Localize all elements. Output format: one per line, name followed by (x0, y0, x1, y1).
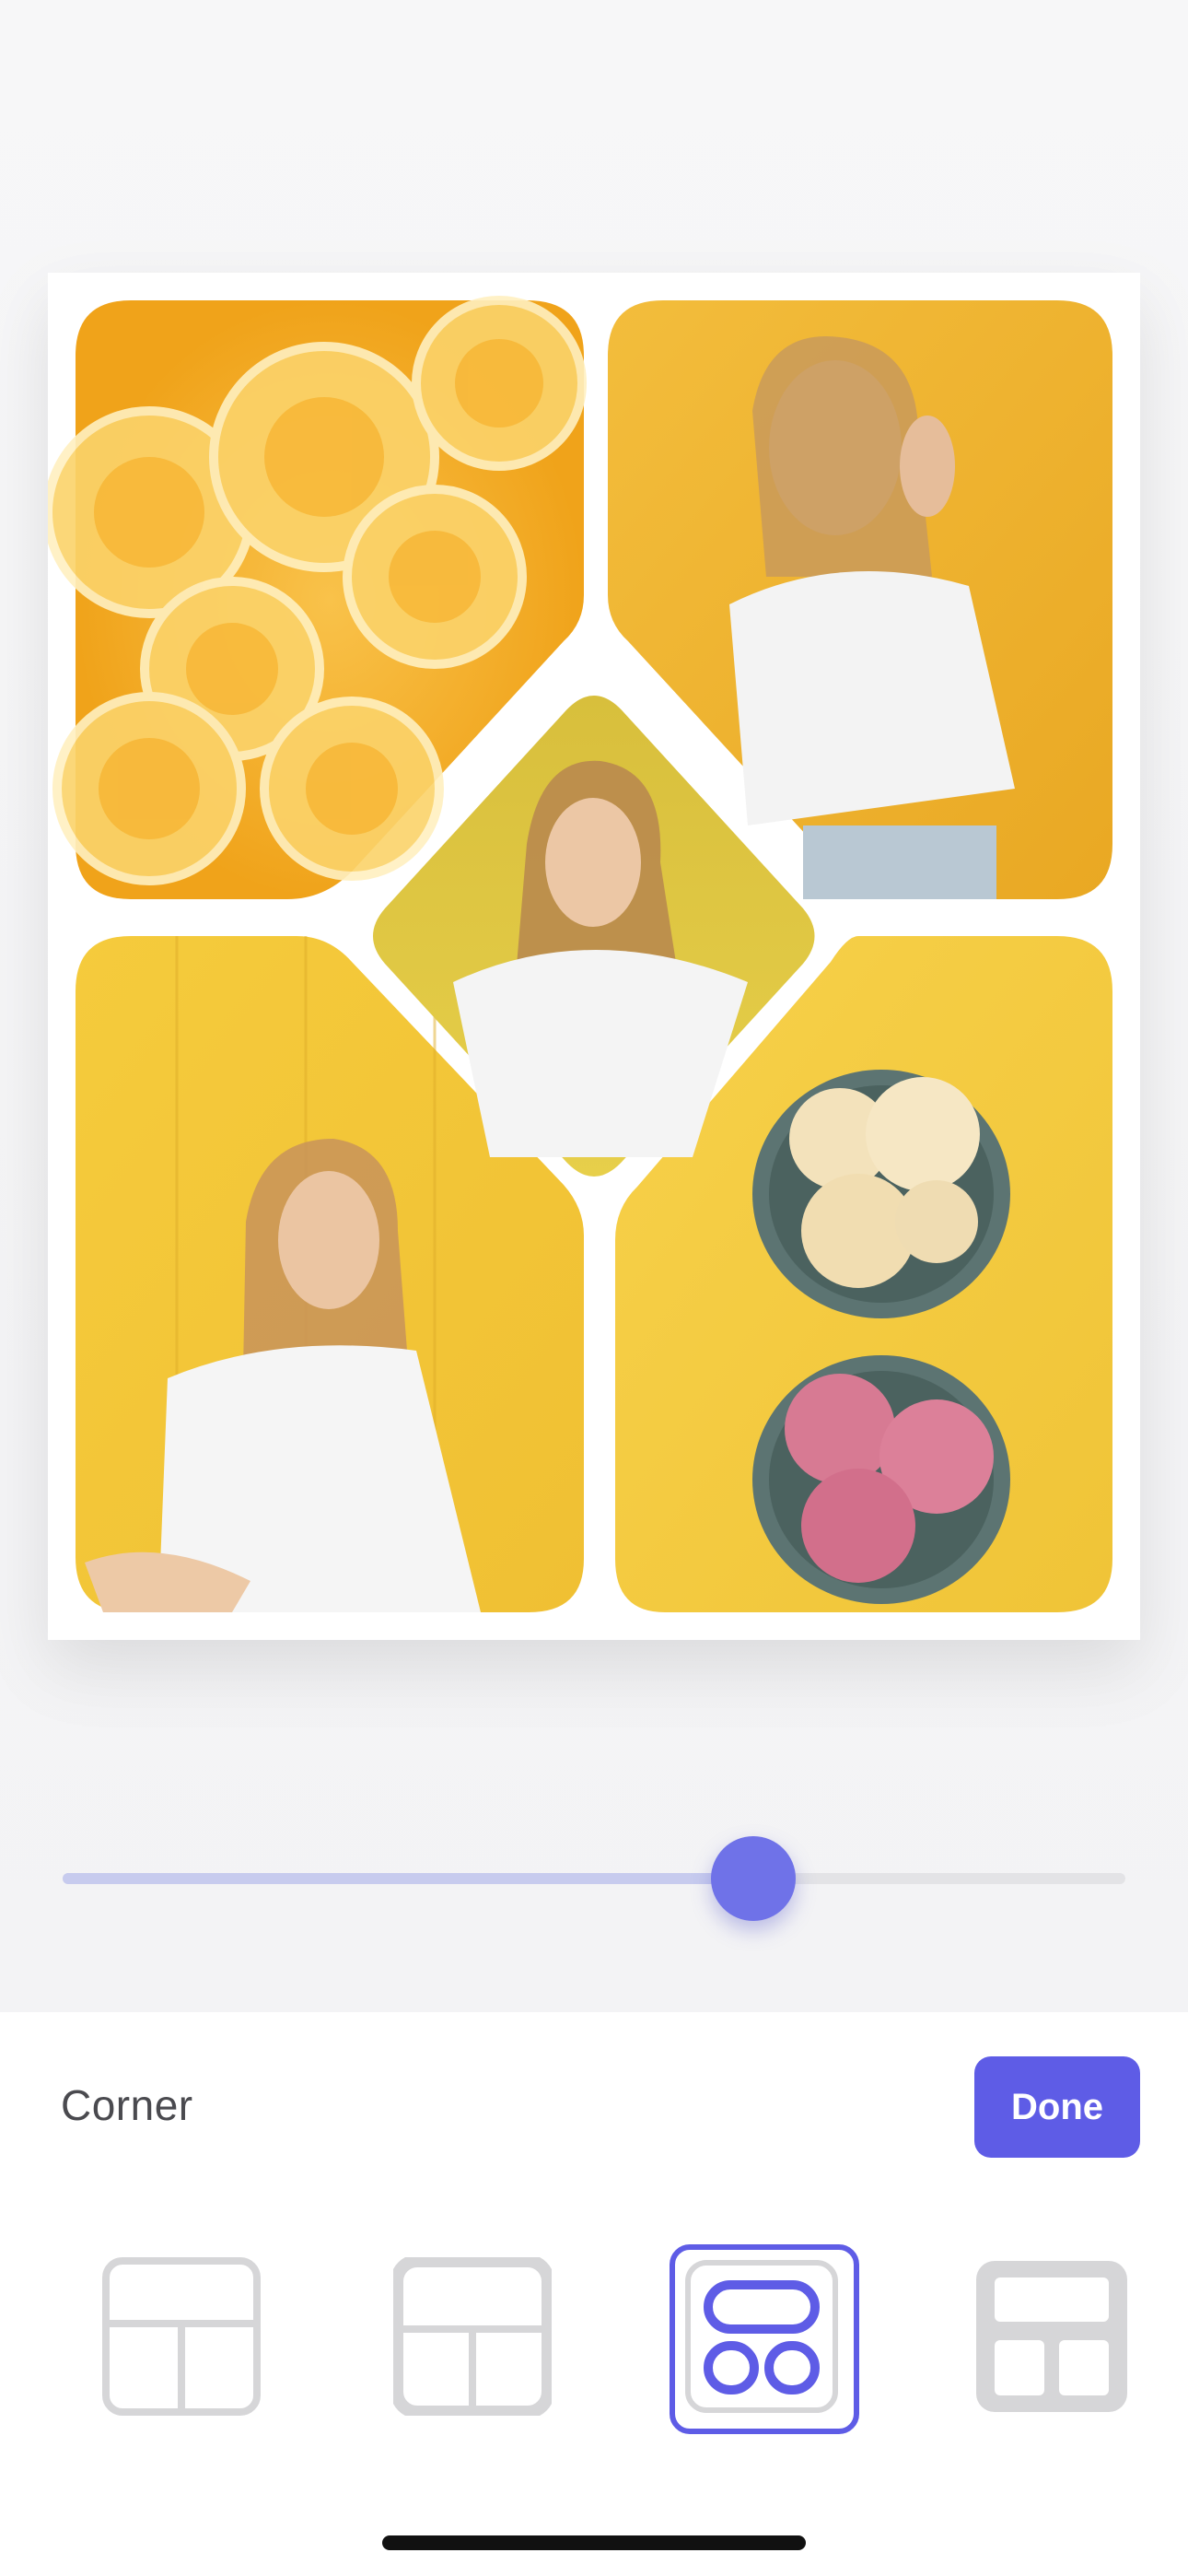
corner-slider-thumb[interactable] (711, 1836, 797, 1921)
home-indicator (382, 2535, 806, 2550)
collage-svg (48, 296, 1112, 1612)
layout-grid-rounded-icon (393, 2257, 552, 2416)
canvas-area (0, 0, 1188, 2012)
layout-option-3[interactable] (670, 2244, 859, 2434)
layout-grid-shadow-icon (976, 2261, 1127, 2412)
layout-grid-icon (102, 2257, 261, 2416)
corner-slider-fill (63, 1873, 754, 1884)
layout-option-2[interactable] (380, 2244, 565, 2429)
corner-slider-track[interactable] (63, 1873, 1125, 1884)
collage-canvas[interactable] (48, 273, 1140, 1640)
layout-rounded-cells-icon (685, 2260, 838, 2413)
done-button[interactable]: Done (974, 2056, 1140, 2158)
panel-title: Corner (61, 2081, 193, 2129)
layout-option-4[interactable] (960, 2244, 1144, 2429)
layout-option-1[interactable] (89, 2244, 274, 2429)
